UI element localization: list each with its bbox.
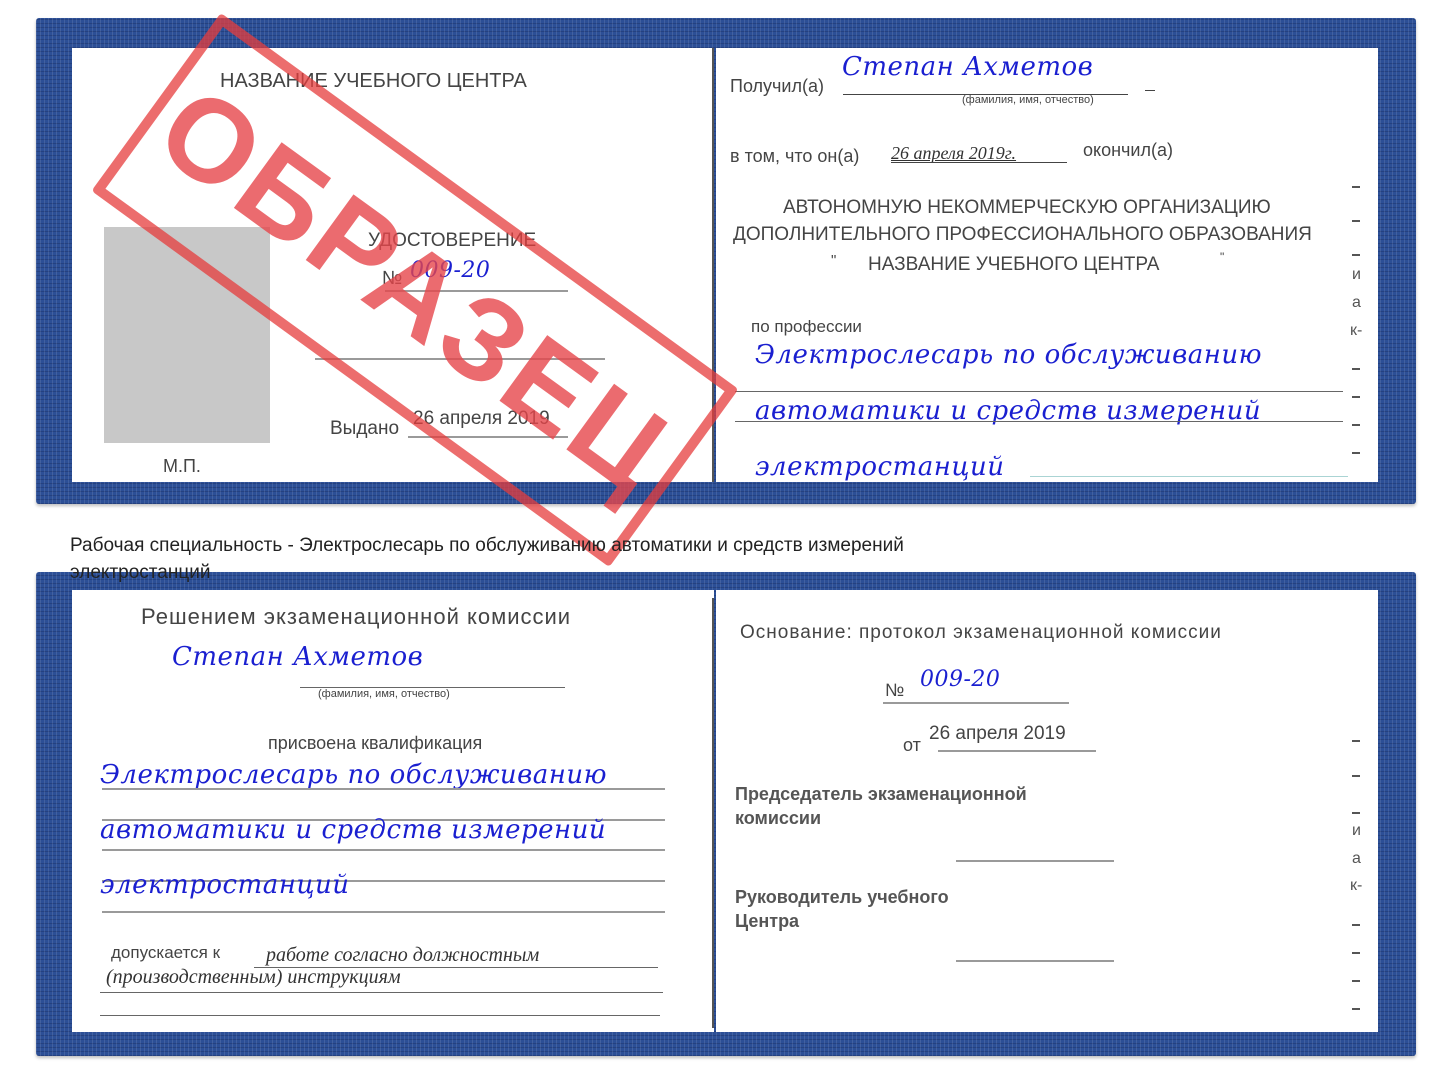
- decision-title: Решением экзаменационной комиссии: [141, 604, 572, 629]
- org-quote-close: ": [1220, 250, 1225, 264]
- profession-line-1: Электрослесарь по обслуживанию: [755, 340, 1263, 370]
- basis-title: Основание: протокол экзаменационной коми…: [740, 622, 1222, 643]
- edge-letter: а: [1352, 294, 1361, 311]
- edge-tick: [1352, 424, 1360, 426]
- edge-tick: [1352, 220, 1360, 222]
- recipient-name-hint: (фамилия, имя, отчество): [962, 94, 1094, 106]
- edge-letter: и: [1352, 266, 1361, 283]
- edge-tick: [1352, 812, 1360, 814]
- head-signature-line: [956, 960, 1114, 962]
- received-label: Получил(а): [730, 76, 824, 96]
- protocol-number-underline: [883, 702, 1069, 704]
- bottom-spine: [712, 598, 714, 1028]
- protocol-date: 26 апреля 2019: [929, 723, 1066, 744]
- org-line-2: ДОПОЛНИТЕЛЬНОГО ПРОФЕССИОНАЛЬНОГО ОБРАЗО…: [733, 224, 1312, 245]
- completed-date-underline: [891, 162, 1067, 163]
- edge-tick: [1352, 952, 1360, 954]
- profession-underline-2: [735, 421, 1343, 422]
- protocol-date-underline: [938, 750, 1096, 752]
- recipient-dash: [1145, 90, 1155, 91]
- head-label-1: Руководитель учебного: [735, 887, 949, 907]
- qualification-line-2: автоматики и средств измерений: [100, 815, 607, 845]
- edge-tick: [1352, 396, 1360, 398]
- qualification-underline-5: [102, 911, 665, 913]
- completed-date: 26 апреля 2019г.: [891, 143, 1017, 163]
- profession-underline-1: [735, 391, 1343, 392]
- chairman-label-2: комиссии: [735, 808, 822, 828]
- edge-tick: [1352, 368, 1360, 370]
- edge-tick: [1352, 980, 1360, 982]
- admitted-underline-3: [100, 1015, 660, 1016]
- edge-tick: [1352, 740, 1360, 742]
- qualification-label: присвоена квалификация: [268, 733, 483, 753]
- edge-letter: к-: [1350, 877, 1363, 894]
- edge-tick: [1352, 254, 1360, 256]
- profession-label: по профессии: [751, 317, 862, 336]
- admitted-label: допускается к: [111, 943, 221, 962]
- completed-suffix: окончил(а): [1083, 140, 1173, 160]
- admitted-line-2: (производственным) инструкциям: [106, 966, 401, 988]
- org-quote-open: ": [831, 252, 837, 269]
- caption-line-2: электростанций: [70, 562, 211, 583]
- qualification-line-1: Электрослесарь по обслуживанию: [100, 760, 608, 790]
- head-label-2: Центра: [735, 911, 800, 931]
- protocol-number: 009-20: [920, 667, 1001, 692]
- qualification-underline-3: [102, 849, 665, 851]
- person-name-hint: (фамилия, имя, отчество): [318, 688, 450, 700]
- person-name: Степан Ахметов: [172, 642, 424, 672]
- edge-letter: а: [1352, 850, 1361, 867]
- stamp-place-label: М.П.: [163, 456, 201, 476]
- edge-tick: [1352, 186, 1360, 188]
- protocol-date-label: от: [903, 735, 921, 755]
- recipient-name: Степан Ахметов: [842, 52, 1094, 82]
- edge-tick: [1352, 775, 1360, 777]
- profession-underline-3: [1030, 476, 1348, 477]
- profession-line-3: электростанций: [755, 452, 1005, 482]
- issued-label: Выдано: [330, 418, 400, 439]
- edge-letter: к-: [1350, 322, 1363, 339]
- chairman-label-1: Председатель экзаменационной: [735, 784, 1027, 804]
- org-line-3: НАЗВАНИЕ УЧЕБНОГО ЦЕНТРА: [868, 254, 1160, 275]
- qualification-line-3: электростанций: [100, 870, 350, 900]
- protocol-number-label: №: [885, 680, 905, 700]
- chairman-signature-line: [956, 860, 1114, 862]
- edge-tick: [1352, 924, 1360, 926]
- edge-tick: [1352, 1008, 1360, 1010]
- admitted-underline-2: [100, 992, 663, 993]
- edge-tick: [1352, 452, 1360, 454]
- org-line-1: АВТОНОМНУЮ НЕКОММЕРЧЕСКУЮ ОРГАНИЗАЦИЮ: [783, 197, 1271, 218]
- qualification-underline-1: [102, 788, 665, 790]
- completed-prefix: в том, что он(а): [730, 146, 860, 166]
- edge-letter: и: [1352, 822, 1361, 839]
- caption-line-1: Рабочая специальность - Электрослесарь п…: [70, 535, 904, 556]
- admitted-line-1: работе согласно должностным: [266, 944, 540, 966]
